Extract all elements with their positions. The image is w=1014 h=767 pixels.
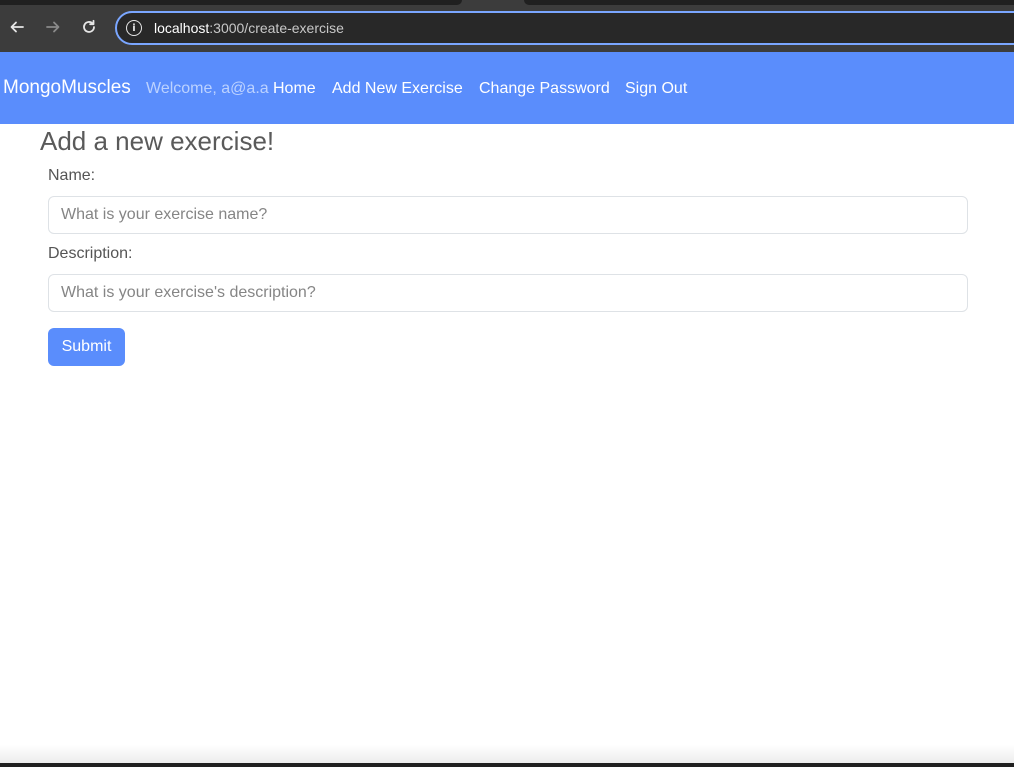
submit-button[interactable]: Submit bbox=[48, 328, 125, 366]
nav-link-change-password[interactable]: Change Password bbox=[479, 80, 610, 98]
forward-button[interactable] bbox=[42, 16, 64, 38]
window-bottom-edge bbox=[0, 763, 1014, 767]
info-icon[interactable]: i bbox=[126, 20, 142, 36]
nav-link-sign-out[interactable]: Sign Out bbox=[625, 80, 687, 98]
exercise-description-input[interactable] bbox=[48, 274, 968, 312]
welcome-text: Welcome, a@a.a bbox=[146, 80, 269, 97]
exercise-name-input[interactable] bbox=[48, 196, 968, 234]
reload-icon bbox=[83, 19, 95, 33]
brand-link[interactable]: MongoMuscles bbox=[3, 77, 131, 99]
tab-strip-right bbox=[524, 0, 1014, 5]
url-host: localhost bbox=[154, 20, 210, 36]
arrow-left-icon bbox=[10, 21, 24, 33]
arrow-right-icon bbox=[46, 21, 60, 33]
url-path: :3000/create-exercise bbox=[209, 20, 344, 36]
name-label: Name: bbox=[48, 167, 96, 184]
nav-link-add-new-exercise[interactable]: Add New Exercise bbox=[332, 80, 463, 98]
app-navbar: MongoMuscles Welcome, a@a.a Home Add New… bbox=[0, 52, 1014, 124]
browser-toolbar: i localhost:3000/create-exercise bbox=[0, 0, 1014, 52]
page-title: Add a new exercise! bbox=[40, 126, 275, 156]
nav-link-home[interactable]: Home bbox=[273, 80, 316, 98]
tab-strip-left bbox=[0, 0, 462, 5]
description-label: Description: bbox=[48, 245, 133, 262]
address-bar[interactable]: i localhost:3000/create-exercise bbox=[115, 11, 1014, 45]
url-text: localhost:3000/create-exercise bbox=[154, 20, 344, 36]
reload-button[interactable] bbox=[78, 16, 100, 38]
back-button[interactable] bbox=[6, 16, 28, 38]
